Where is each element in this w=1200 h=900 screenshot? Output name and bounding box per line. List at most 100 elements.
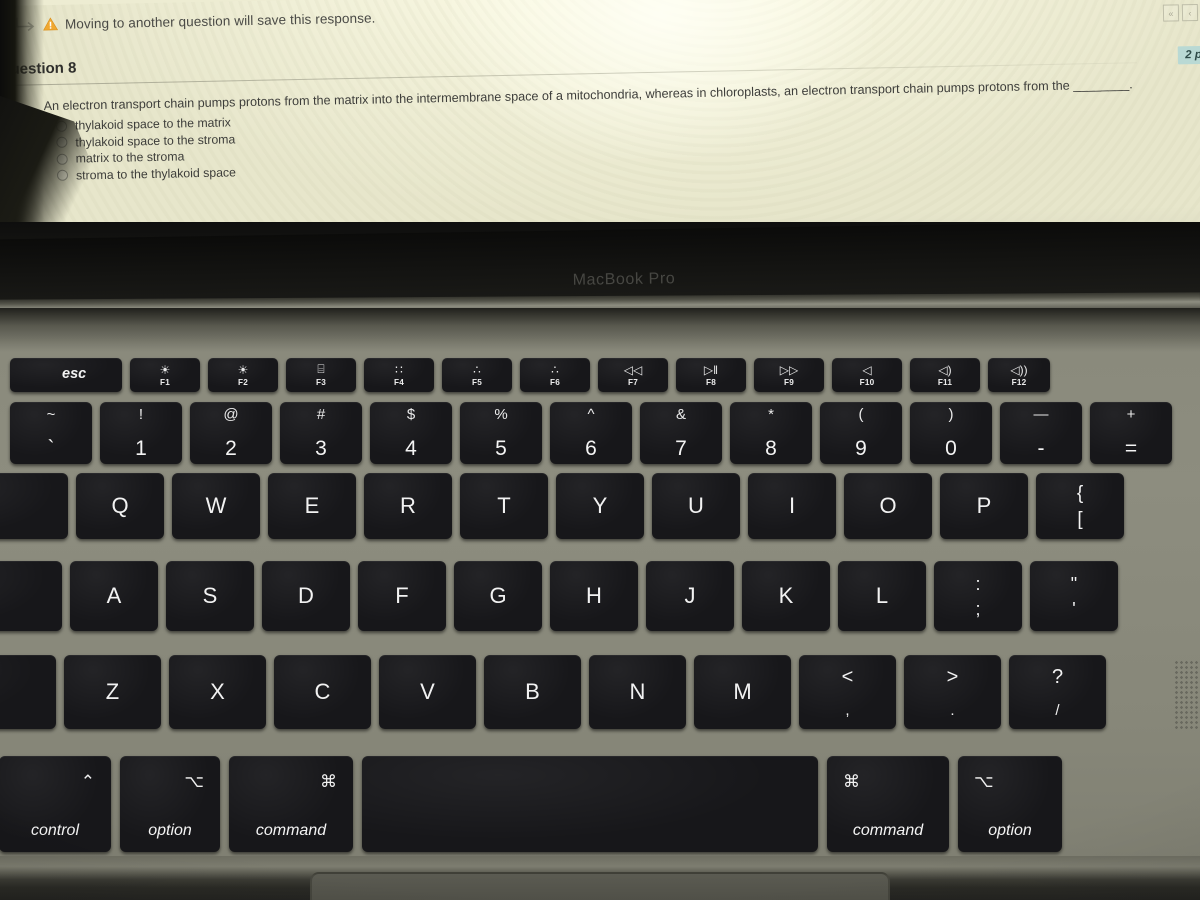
key-6[interactable]: ^ 6 [550, 402, 632, 464]
qwerty-key-row[interactable]: tabQWE R TYUI O P{[ [0, 473, 1136, 539]
key-volume-up[interactable]: ◁)) F12 [988, 358, 1050, 392]
key-space[interactable] [362, 756, 818, 852]
key-b[interactable]: B [484, 655, 581, 729]
key-brightness-up[interactable]: ☀ F2 [208, 358, 278, 392]
key-letter: N [629, 679, 646, 704]
symbol-control-icon: ⌃ [80, 772, 95, 791]
key-shift-glyph: # [316, 406, 326, 423]
key-caps-lock[interactable]: aps lock [0, 561, 62, 631]
key-g[interactable]: G [454, 561, 542, 631]
trackpad[interactable] [310, 872, 890, 900]
key-base-glyph: [ [1077, 508, 1083, 530]
key-1[interactable]: ! 1 [100, 402, 182, 464]
key-volume-down[interactable]: ◁) F11 [910, 358, 980, 392]
question-nav-buttons[interactable]: « ‹ [1162, 3, 1199, 22]
key-u[interactable]: U [652, 473, 740, 539]
key-quote[interactable]: " ' [1030, 561, 1118, 631]
key-i[interactable]: I [748, 473, 836, 539]
key-r[interactable]: R [364, 473, 452, 539]
key-d[interactable]: D [262, 561, 350, 631]
key-k[interactable]: K [742, 561, 830, 631]
key-keyboard-brightness-up[interactable]: ∴ F6 [520, 358, 590, 392]
key-command-right[interactable]: ⌘ command [827, 756, 949, 852]
key-letter: D [298, 583, 314, 608]
key-o[interactable]: O [844, 473, 932, 539]
zxcv-key-row[interactable]: Z X C V B N M <, >.? / [0, 655, 1106, 729]
key-4[interactable]: $4 [370, 402, 452, 464]
key-3[interactable]: #3 [280, 402, 362, 464]
key-9[interactable]: (9 [820, 402, 902, 464]
key-launchpad[interactable]: ∷ F4 [364, 358, 434, 392]
key-n[interactable]: N [589, 655, 686, 729]
key-=[interactable]: + = [1090, 402, 1172, 464]
key-e[interactable]: E [268, 473, 356, 539]
key-5[interactable]: % 5 [460, 402, 542, 464]
key-s[interactable]: S [166, 561, 254, 631]
key-shift-glyph: " [1070, 573, 1078, 594]
fkey-label: F9 [784, 378, 794, 387]
key-escape[interactable]: esc [10, 358, 122, 392]
key-fast-forward[interactable]: ▷▷ F9 [754, 358, 824, 392]
save-notice-text: Moving to another question will save thi… [64, 9, 376, 32]
key-control-left[interactable]: ⌃ control [0, 756, 111, 852]
number-key-row[interactable]: ~ `! 1 @2 #3 $4% 5 ^ 6 & 7 * 8(9) 0— - + = [0, 402, 1200, 464]
key-p[interactable]: P [940, 473, 1028, 539]
key-8[interactable]: * 8 [730, 402, 812, 464]
keyboard[interactable]: esc ☀ F1 ☀ F2 ⌸ F3 ∷ F4 ∴ F5 ∴ F6 ◁◁ F7 ▷‖ F8 ▷▷ F9 ◁ F10 ◁) F… [0, 308, 1200, 868]
key-mission-control[interactable]: ⌸ F3 [286, 358, 356, 392]
key-a[interactable]: A [70, 561, 158, 631]
key-letter: R [400, 493, 416, 518]
key-letter: S [202, 583, 218, 608]
key-t[interactable]: T [460, 473, 548, 539]
key-letter: M [733, 679, 752, 704]
key-shift-glyph: @ [223, 406, 239, 423]
icon-volume-down: ◁) [938, 362, 952, 377]
key-f[interactable]: F [358, 561, 446, 631]
key-option-right[interactable]: ⌥ option [958, 756, 1062, 852]
key-option-left[interactable]: ⌥ option [120, 756, 220, 852]
key-play-pause[interactable]: ▷‖ F8 [676, 358, 746, 392]
key-mute[interactable]: ◁ F10 [832, 358, 902, 392]
key-bracket-left[interactable]: {[ [1036, 473, 1124, 539]
key-v[interactable]: V [379, 655, 476, 729]
key-period[interactable]: >. [904, 655, 1001, 729]
macbook-pro-label: MacBook Pro [572, 270, 676, 289]
key-0[interactable]: ) 0 [910, 402, 992, 464]
key-x[interactable]: X [169, 655, 266, 729]
key-l[interactable]: L [838, 561, 926, 631]
key-comma[interactable]: <, [799, 655, 896, 729]
key-letter: O [879, 493, 897, 518]
key-slash[interactable]: ? / [1009, 655, 1106, 729]
key-j[interactable]: J [646, 561, 734, 631]
key-h[interactable]: H [550, 561, 638, 631]
key-w[interactable]: W [172, 473, 260, 539]
key-tab[interactable]: tab [0, 473, 68, 539]
key-semicolon[interactable]: :; [934, 561, 1022, 631]
modifier-key-row[interactable]: ⌃ control ⌥ option ⌘ command ⌘ command ⌥ option [0, 756, 1062, 852]
home-key-row[interactable]: aps lockA S D FGHJKL:;"' [0, 561, 1118, 631]
key--[interactable]: — - [1000, 402, 1082, 464]
function-key-row[interactable]: esc ☀ F1 ☀ F2 ⌸ F3 ∷ F4 ∴ F5 ∴ F6 ◁◁ F7 ▷‖ F8 ▷▷ F9 ◁ F10 ◁) F… [0, 358, 1200, 392]
key-c[interactable]: C [274, 655, 371, 729]
key-shift-glyph: & [675, 406, 686, 423]
key-z[interactable]: Z [64, 655, 161, 729]
key-`[interactable]: ~ ` [10, 402, 92, 464]
nav-prev-button[interactable]: ‹ [1181, 3, 1199, 22]
key-brightness-down[interactable]: ☀ F1 [130, 358, 200, 392]
icon-brightness-up: ☀ [237, 362, 249, 377]
nav-first-button[interactable]: « [1162, 4, 1180, 22]
key-2[interactable]: @2 [190, 402, 272, 464]
key-command-left[interactable]: ⌘ command [229, 756, 353, 852]
key-shift-left[interactable] [0, 655, 56, 729]
icon-launchpad: ∷ [395, 362, 403, 377]
key-base-glyph: 7 [675, 437, 687, 460]
fkey-label: F3 [316, 378, 326, 387]
key-keyboard-brightness-down[interactable]: ∴ F5 [442, 358, 512, 392]
key-7[interactable]: & 7 [640, 402, 722, 464]
key-m[interactable]: M [694, 655, 791, 729]
icon-play-pause: ▷‖ [703, 362, 719, 377]
key-y[interactable]: Y [556, 473, 644, 539]
key-q[interactable]: Q [76, 473, 164, 539]
key-rewind[interactable]: ◁◁ F7 [598, 358, 668, 392]
photo-of-macbook-with-quiz: Moving to another question will save thi… [0, 0, 1200, 900]
